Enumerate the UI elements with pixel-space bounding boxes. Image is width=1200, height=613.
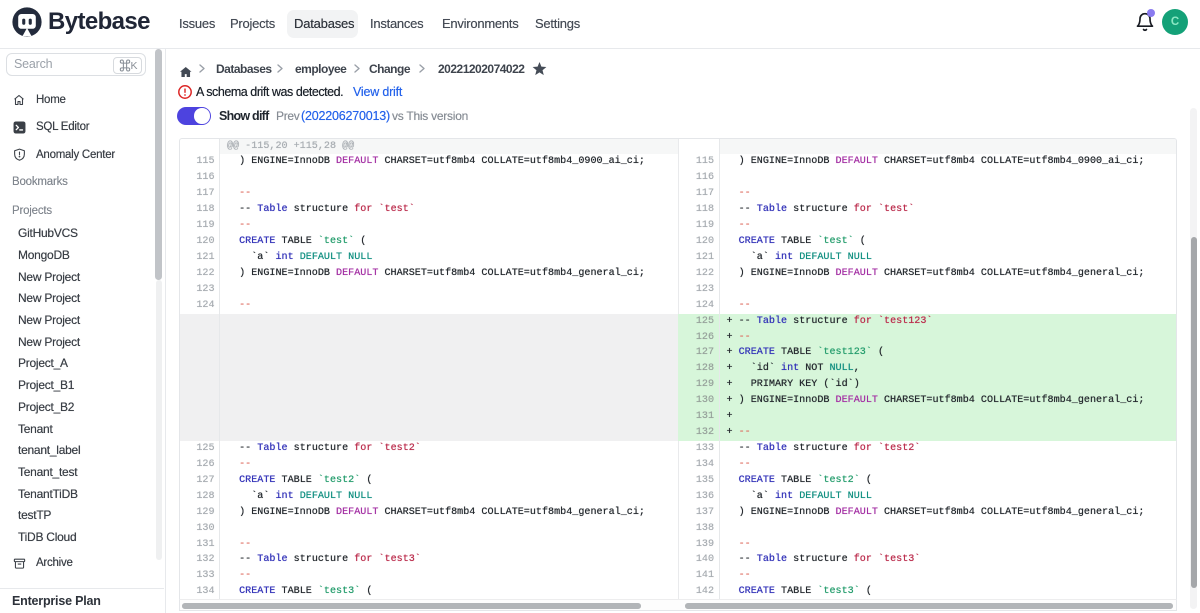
svg-text:K: K <box>131 60 138 72</box>
